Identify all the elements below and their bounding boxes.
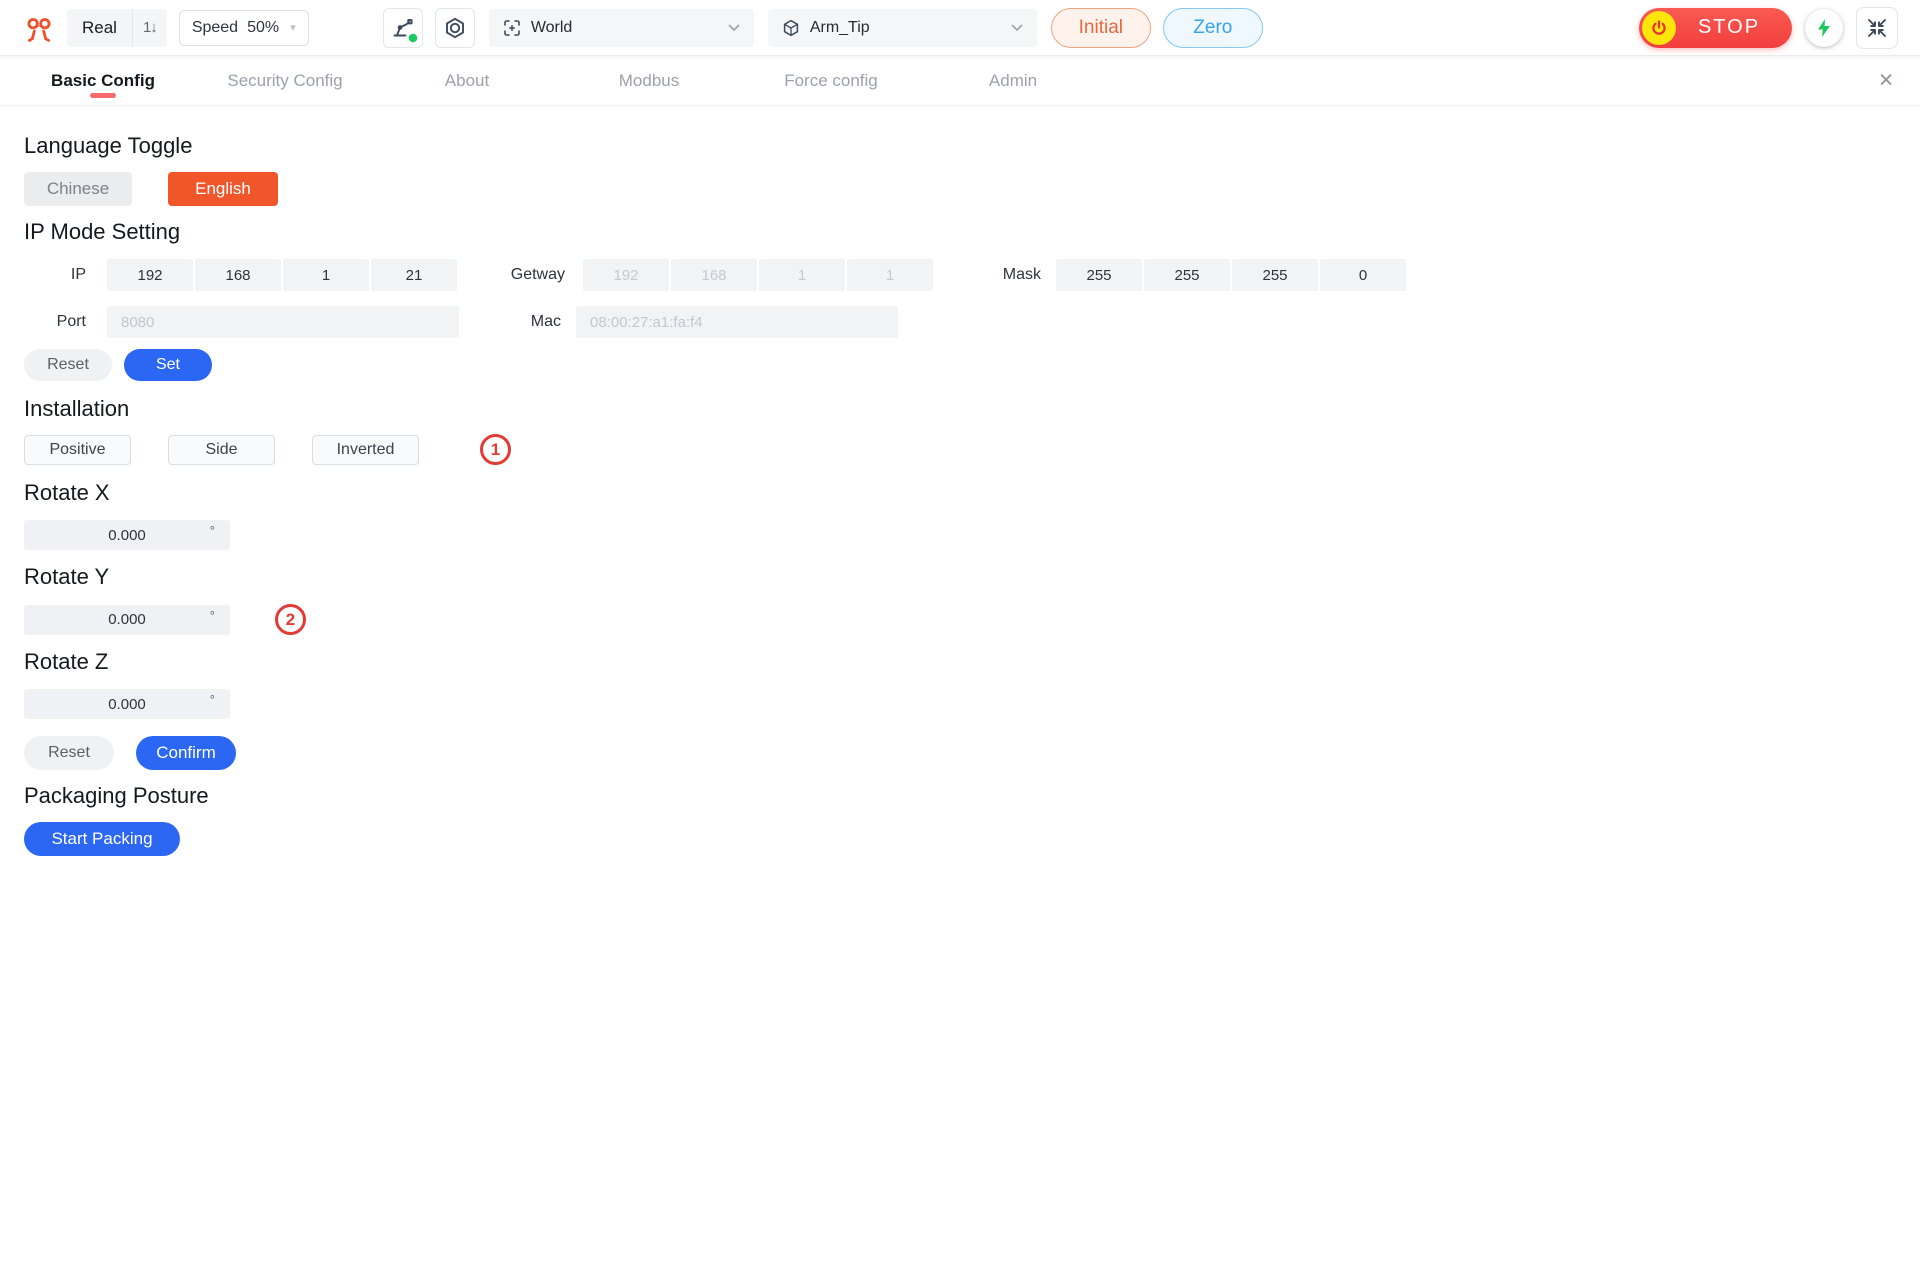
speed-value: 50%	[247, 19, 279, 37]
mask-octet-3[interactable]: 255	[1232, 259, 1318, 291]
degree-unit: °	[210, 692, 215, 707]
ip-set-button[interactable]: Set	[124, 349, 212, 381]
getway-octet-2: 168	[671, 259, 757, 291]
packaging-posture-title: Packaging Posture	[24, 783, 1920, 809]
getway-octet-4: 1	[847, 259, 933, 291]
annotation-circle-1: 1	[480, 434, 511, 465]
degree-unit: °	[210, 523, 215, 538]
start-packing-button[interactable]: Start Packing	[24, 822, 180, 856]
getway-octet-3: 1	[759, 259, 845, 291]
rotate-z-field: °	[24, 689, 230, 719]
annotation-circle-2: 2	[275, 604, 306, 635]
mode-selector[interactable]: Real 1↓	[67, 9, 167, 47]
lightning-icon	[1815, 18, 1833, 38]
english-button[interactable]: English	[168, 172, 278, 206]
zero-button[interactable]: Zero	[1163, 8, 1263, 48]
close-icon[interactable]: ✕	[1878, 71, 1894, 90]
installation-side-button[interactable]: Side	[168, 435, 275, 465]
stop-label: STOP	[1676, 16, 1782, 39]
power-boost-button[interactable]	[1805, 9, 1843, 47]
port-input[interactable]	[107, 306, 459, 338]
rotate-z-title: Rotate Z	[24, 649, 1920, 675]
settings-button[interactable]	[435, 8, 475, 48]
rotate-x-title: Rotate X	[24, 480, 1920, 506]
frame-icon	[503, 19, 521, 37]
collapse-button[interactable]	[1856, 7, 1898, 49]
getway-octet-1: 192	[583, 259, 669, 291]
speed-label: Speed	[192, 19, 238, 37]
ip-mode-title: IP Mode Setting	[24, 219, 1920, 245]
initial-button[interactable]: Initial	[1051, 8, 1151, 48]
ip-octet-2[interactable]: 168	[195, 259, 281, 291]
tab-about[interactable]: About	[392, 56, 542, 105]
speed-dropdown[interactable]: Speed 50% ▾	[179, 10, 309, 46]
rotate-y-title: Rotate Y	[24, 564, 1920, 590]
rotate-y-field: °	[24, 605, 230, 635]
tab-admin[interactable]: Admin	[938, 56, 1088, 105]
rotate-x-input[interactable]	[24, 527, 230, 544]
chevron-down-icon	[1011, 24, 1023, 32]
robot-arm-button[interactable]	[383, 8, 423, 48]
ip-reset-button[interactable]: Reset	[24, 349, 112, 381]
chevron-down-icon	[728, 24, 740, 32]
ip-octet-3[interactable]: 1	[283, 259, 369, 291]
tool-select[interactable]: Arm_Tip	[768, 9, 1037, 47]
tab-force-config[interactable]: Force config	[756, 56, 906, 105]
top-toolbar: Real 1↓ Speed 50% ▾	[0, 0, 1920, 56]
ip-octet-4[interactable]: 21	[371, 259, 457, 291]
caret-down-icon: ▾	[290, 21, 296, 34]
frame-value: World	[531, 19, 573, 37]
brand-logo-icon	[24, 11, 54, 45]
rotate-confirm-button[interactable]: Confirm	[136, 736, 236, 770]
tab-modbus[interactable]: Modbus	[574, 56, 724, 105]
power-icon	[1642, 11, 1676, 45]
config-tabbar: Basic Config Security Config About Modbu…	[0, 56, 1920, 106]
installation-inverted-button[interactable]: Inverted	[312, 435, 419, 465]
ip-address-row: IP 192 168 1 21 Getway 192 168 1 1 Mask …	[24, 259, 1920, 291]
tab-basic-config[interactable]: Basic Config	[28, 56, 178, 105]
collapse-arrows-icon	[1866, 17, 1888, 39]
hex-nut-icon	[443, 16, 467, 40]
status-dot-icon	[407, 32, 419, 44]
ip-octet-1[interactable]: 192	[107, 259, 193, 291]
mode-switch-icon[interactable]: 1↓	[133, 19, 167, 36]
port-mac-row: Port Mac	[24, 306, 1920, 338]
coordinate-frame-select[interactable]: World	[489, 9, 754, 47]
mask-octet-1[interactable]: 255	[1056, 259, 1142, 291]
tool-value: Arm_Tip	[810, 19, 870, 37]
rotate-x-field: °	[24, 520, 230, 550]
installation-title: Installation	[24, 396, 1920, 422]
ip-label: IP	[24, 266, 86, 284]
basic-config-panel: Language Toggle Chinese English IP Mode …	[0, 133, 1920, 856]
tab-security-config[interactable]: Security Config	[210, 56, 360, 105]
mac-label: Mac	[525, 313, 561, 331]
chinese-button[interactable]: Chinese	[24, 172, 132, 206]
mode-label: Real	[67, 18, 132, 38]
installation-positive-button[interactable]: Positive	[24, 435, 131, 465]
mac-input[interactable]	[576, 306, 898, 338]
stop-button[interactable]: STOP	[1639, 8, 1792, 48]
port-label: Port	[24, 313, 86, 331]
degree-unit: °	[210, 608, 215, 623]
mask-octet-4[interactable]: 0	[1320, 259, 1406, 291]
cube-icon	[782, 19, 800, 37]
mask-octet-2[interactable]: 255	[1144, 259, 1230, 291]
rotate-reset-button[interactable]: Reset	[24, 736, 114, 770]
rotate-y-input[interactable]	[24, 611, 230, 628]
rotate-z-input[interactable]	[24, 696, 230, 713]
language-toggle-title: Language Toggle	[24, 133, 1920, 159]
mask-label: Mask	[995, 266, 1041, 284]
getway-label: Getway	[501, 266, 565, 284]
